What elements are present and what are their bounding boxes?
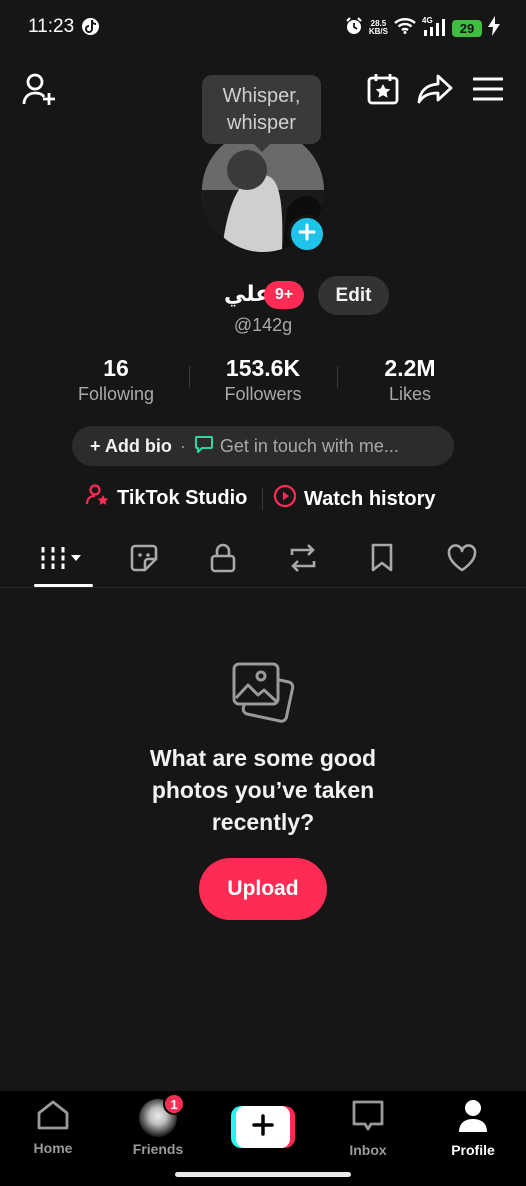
stat-followers[interactable]: 153.6K Followers <box>193 355 333 405</box>
share-arrow-icon <box>417 73 453 110</box>
hamburger-menu-icon <box>472 77 504 106</box>
repost-icon <box>287 543 319 578</box>
empty-state-message: What are some good photos you’ve taken r… <box>0 742 526 838</box>
nav-home[interactable]: Home <box>13 1099 93 1156</box>
notification-badge[interactable]: 9+ <box>264 281 304 309</box>
watch-history-label: Watch history <box>304 487 436 510</box>
add-person-icon <box>21 71 57 112</box>
bio-pill: + Add bio · Get in touch with me... <box>72 426 454 466</box>
links-row: TikTok Studio Watch history <box>0 484 526 514</box>
bookmark-icon <box>370 543 394 578</box>
friends-badge: 1 <box>163 1093 185 1115</box>
nav-inbox-label: Inbox <box>349 1142 387 1158</box>
add-avatar-button[interactable] <box>288 215 326 253</box>
wifi-icon <box>394 17 416 39</box>
chat-bubble-icon <box>194 434 214 459</box>
following-label: Following <box>77 384 155 404</box>
active-tab-underline <box>34 584 93 587</box>
followers-label: Followers <box>224 384 302 404</box>
home-icon <box>36 1100 70 1135</box>
following-count: 16 <box>103 355 129 381</box>
nav-inbox[interactable]: Inbox <box>328 1099 408 1158</box>
inbox-icon <box>351 1100 385 1137</box>
calendar-star-button[interactable] <box>365 73 401 109</box>
likes-label: Likes <box>388 384 432 404</box>
edit-profile-button[interactable]: Edit <box>318 276 389 315</box>
links-divider <box>262 488 263 510</box>
play-circle-icon <box>273 484 297 514</box>
network-speed: 28.5 KB/S <box>369 20 388 36</box>
nav-friends[interactable]: 1 Friends <box>118 1093 198 1157</box>
nav-home-label: Home <box>33 1140 73 1156</box>
stat-likes[interactable]: 2.2M Likes <box>340 355 480 405</box>
studio-person-star-icon <box>85 484 110 512</box>
home-indicator <box>175 1172 351 1177</box>
tab-liked[interactable] <box>432 542 492 578</box>
nav-friends-label: Friends <box>132 1141 184 1157</box>
followers-count: 153.6K <box>225 355 301 381</box>
share-profile-button[interactable] <box>416 73 454 109</box>
tab-private[interactable] <box>193 542 253 578</box>
photos-icon <box>228 660 298 731</box>
battery-indicator: 29 <box>452 19 482 37</box>
menu-button[interactable] <box>471 75 505 107</box>
likes-count: 2.2M <box>384 355 436 381</box>
tiktok-notification-icon <box>82 18 99 35</box>
tab-reposts[interactable] <box>273 542 333 578</box>
grid-bars-icon <box>38 544 88 577</box>
profile-person-icon <box>457 1100 489 1137</box>
create-button[interactable] <box>231 1106 295 1148</box>
watch-history-link[interactable]: Watch history <box>273 484 436 514</box>
bio-separator: · <box>179 435 186 456</box>
cell-signal-icon: 4G <box>422 16 446 38</box>
nav-profile-label: Profile <box>451 1142 495 1158</box>
sticker-icon <box>129 543 159 578</box>
upload-button[interactable]: Upload <box>199 858 327 920</box>
add-bio-button[interactable]: + Add bio <box>90 436 172 457</box>
nav-profile[interactable]: Profile <box>433 1099 513 1158</box>
tab-videos[interactable] <box>33 542 93 578</box>
tab-favorites[interactable] <box>352 542 412 578</box>
plus-icon <box>252 1113 274 1141</box>
stat-following[interactable]: 16 Following <box>46 355 186 405</box>
plus-icon <box>298 223 316 246</box>
calendar-star-icon <box>366 72 400 111</box>
create-face <box>236 1106 290 1148</box>
tiktok-studio-link[interactable]: TikTok Studio <box>85 484 248 512</box>
add-friend-button[interactable] <box>20 72 58 110</box>
network-speed-unit: KB/S <box>368 27 388 36</box>
alarm-icon <box>345 16 363 40</box>
status-time: 11:23 <box>28 16 75 37</box>
username-row: علي <box>0 277 526 315</box>
empty-line-3: recently? <box>211 809 315 835</box>
status-indicators: 28.5 KB/S 4G 29 <box>345 15 500 41</box>
user-handle: @142g <box>233 315 293 335</box>
status-bar: 11:23 28.5 KB/S 4G 29 <box>0 0 526 56</box>
get-in-touch-button[interactable]: Get in touch with me... <box>220 436 399 457</box>
tooltip-line-1: Whisper, <box>222 85 301 107</box>
friends-avatar: 1 <box>139 1093 185 1137</box>
tab-stickers[interactable] <box>114 542 174 578</box>
empty-line-2: photos you’ve taken <box>151 777 375 803</box>
stat-divider <box>189 366 190 388</box>
charging-icon <box>488 15 500 41</box>
content-tabs <box>0 534 526 588</box>
signal-label: 4G <box>422 16 433 25</box>
whisper-tooltip[interactable]: Whisper, whisper <box>202 75 321 152</box>
lock-icon <box>210 543 236 578</box>
empty-line-1: What are some good <box>149 745 377 771</box>
heart-icon <box>446 543 478 577</box>
tooltip-line-2: whisper <box>227 112 296 134</box>
tiktok-studio-label: TikTok Studio <box>117 486 248 509</box>
stat-divider <box>337 366 338 388</box>
